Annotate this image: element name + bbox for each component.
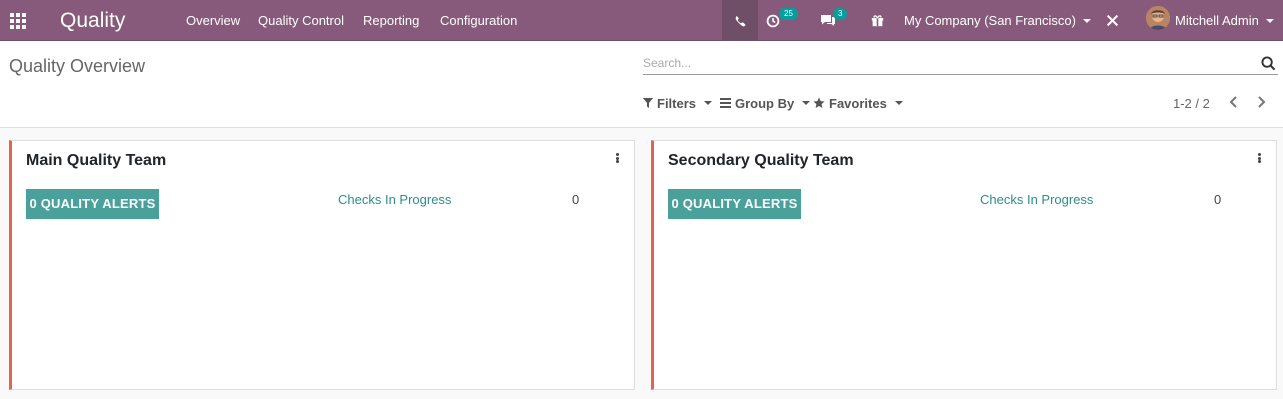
team-name[interactable]: Secondary Quality Team xyxy=(668,152,854,170)
main-navbar: Quality Overview Quality Control Reporti… xyxy=(0,0,1283,41)
chevron-down-icon xyxy=(894,101,903,105)
group-by-label: Group By xyxy=(735,95,795,111)
chevron-down-icon xyxy=(802,101,811,105)
debug-icon xyxy=(1106,14,1119,27)
ellipsis-v-icon[interactable] xyxy=(1254,151,1264,165)
quality-alerts-button[interactable]: 0 QUALITY ALERTS xyxy=(668,189,801,219)
phone-icon xyxy=(735,15,746,26)
chevron-right-icon[interactable] xyxy=(1254,95,1268,109)
chevron-left-icon[interactable] xyxy=(1227,95,1241,109)
pager-value[interactable]: 1-2 / 2 xyxy=(1173,96,1210,111)
messages-button[interactable] xyxy=(820,0,836,41)
control-panel: Quality Overview Filters Group By Favori… xyxy=(0,41,1283,128)
debug-button[interactable] xyxy=(1106,0,1120,41)
chevron-down-icon xyxy=(704,101,713,105)
company-switcher[interactable]: My Company (San Francisco) xyxy=(904,0,1091,41)
ellipsis-v-icon[interactable] xyxy=(612,151,622,165)
app-title[interactable]: Quality xyxy=(60,0,125,41)
menu-configuration[interactable]: Configuration xyxy=(440,0,517,41)
user-menu[interactable]: Mitchell Admin xyxy=(1175,0,1274,41)
search-icon[interactable] xyxy=(1261,56,1276,71)
search-input[interactable] xyxy=(643,54,1243,72)
filters-label: Filters xyxy=(657,95,697,111)
menu-overview[interactable]: Overview xyxy=(186,0,240,41)
checks-count[interactable]: 0 xyxy=(572,192,579,207)
favorites-label: Favorites xyxy=(829,95,887,111)
checks-count[interactable]: 0 xyxy=(1214,192,1221,207)
checks-in-progress-link[interactable]: Checks In Progress xyxy=(338,192,451,207)
activity-badge: 25 xyxy=(779,8,798,20)
team-card-secondary[interactable]: Secondary Quality Team 0 QUALITY ALERTS … xyxy=(651,140,1277,390)
menu-quality-control[interactable]: Quality Control xyxy=(258,0,344,41)
avatar[interactable] xyxy=(1146,6,1170,30)
chevron-down-icon xyxy=(1265,18,1274,23)
menu-reporting[interactable]: Reporting xyxy=(363,0,419,41)
bars-icon xyxy=(720,98,731,108)
team-name[interactable]: Main Quality Team xyxy=(26,152,166,170)
company-name: My Company (San Francisco) xyxy=(904,13,1076,28)
apps-menu-icon[interactable] xyxy=(10,0,28,41)
activity-button[interactable] xyxy=(766,0,782,41)
apps-grid-icon xyxy=(10,12,26,29)
filter-icon xyxy=(643,98,653,108)
clock-icon xyxy=(766,14,780,27)
gift-button[interactable] xyxy=(871,0,885,41)
avatar-image xyxy=(1146,6,1170,30)
user-name: Mitchell Admin xyxy=(1175,13,1259,28)
group-by-button[interactable]: Group By xyxy=(720,94,811,112)
filters-button[interactable]: Filters xyxy=(643,94,713,112)
phone-button[interactable] xyxy=(722,0,758,41)
chevron-down-icon xyxy=(1082,18,1091,23)
star-icon xyxy=(813,97,825,108)
favorites-button[interactable]: Favorites xyxy=(813,94,903,112)
messages-badge: 3 xyxy=(833,8,848,20)
breadcrumb: Quality Overview xyxy=(9,56,146,76)
checks-in-progress-link[interactable]: Checks In Progress xyxy=(980,192,1093,207)
gift-icon xyxy=(871,15,884,27)
team-card-main[interactable]: Main Quality Team 0 QUALITY ALERTS Check… xyxy=(9,140,635,390)
search-bar xyxy=(643,53,1278,75)
quality-alerts-button[interactable]: 0 QUALITY ALERTS xyxy=(26,189,159,219)
